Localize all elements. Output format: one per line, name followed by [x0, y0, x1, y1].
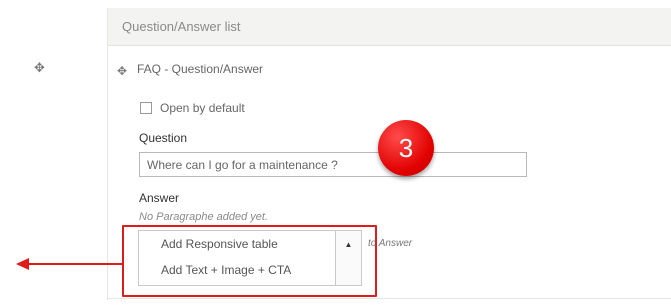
- question-label: Question: [139, 131, 188, 145]
- open-by-default-label: Open by default: [160, 101, 245, 115]
- list-header: Question/Answer list: [108, 8, 671, 46]
- move-icon[interactable]: ✥: [117, 64, 127, 78]
- left-margin: [0, 0, 16, 306]
- open-by-default-row[interactable]: Open by default: [140, 101, 245, 115]
- panel-bottom-separator: [107, 298, 671, 299]
- move-icon[interactable]: ✥: [34, 60, 45, 76]
- question-input[interactable]: [139, 152, 527, 177]
- step-badge: 3: [378, 120, 434, 176]
- left-arrow-annotation: [16, 258, 122, 270]
- answer-label: Answer: [139, 191, 180, 205]
- open-by-default-checkbox[interactable]: [140, 102, 152, 114]
- answer-empty-text: No Paragraphe added yet.: [139, 211, 269, 223]
- paragraph-title: FAQ - Question/Answer: [137, 62, 264, 76]
- highlight-annotation-box: [122, 225, 377, 297]
- answer-target-label: Answer: [378, 238, 413, 249]
